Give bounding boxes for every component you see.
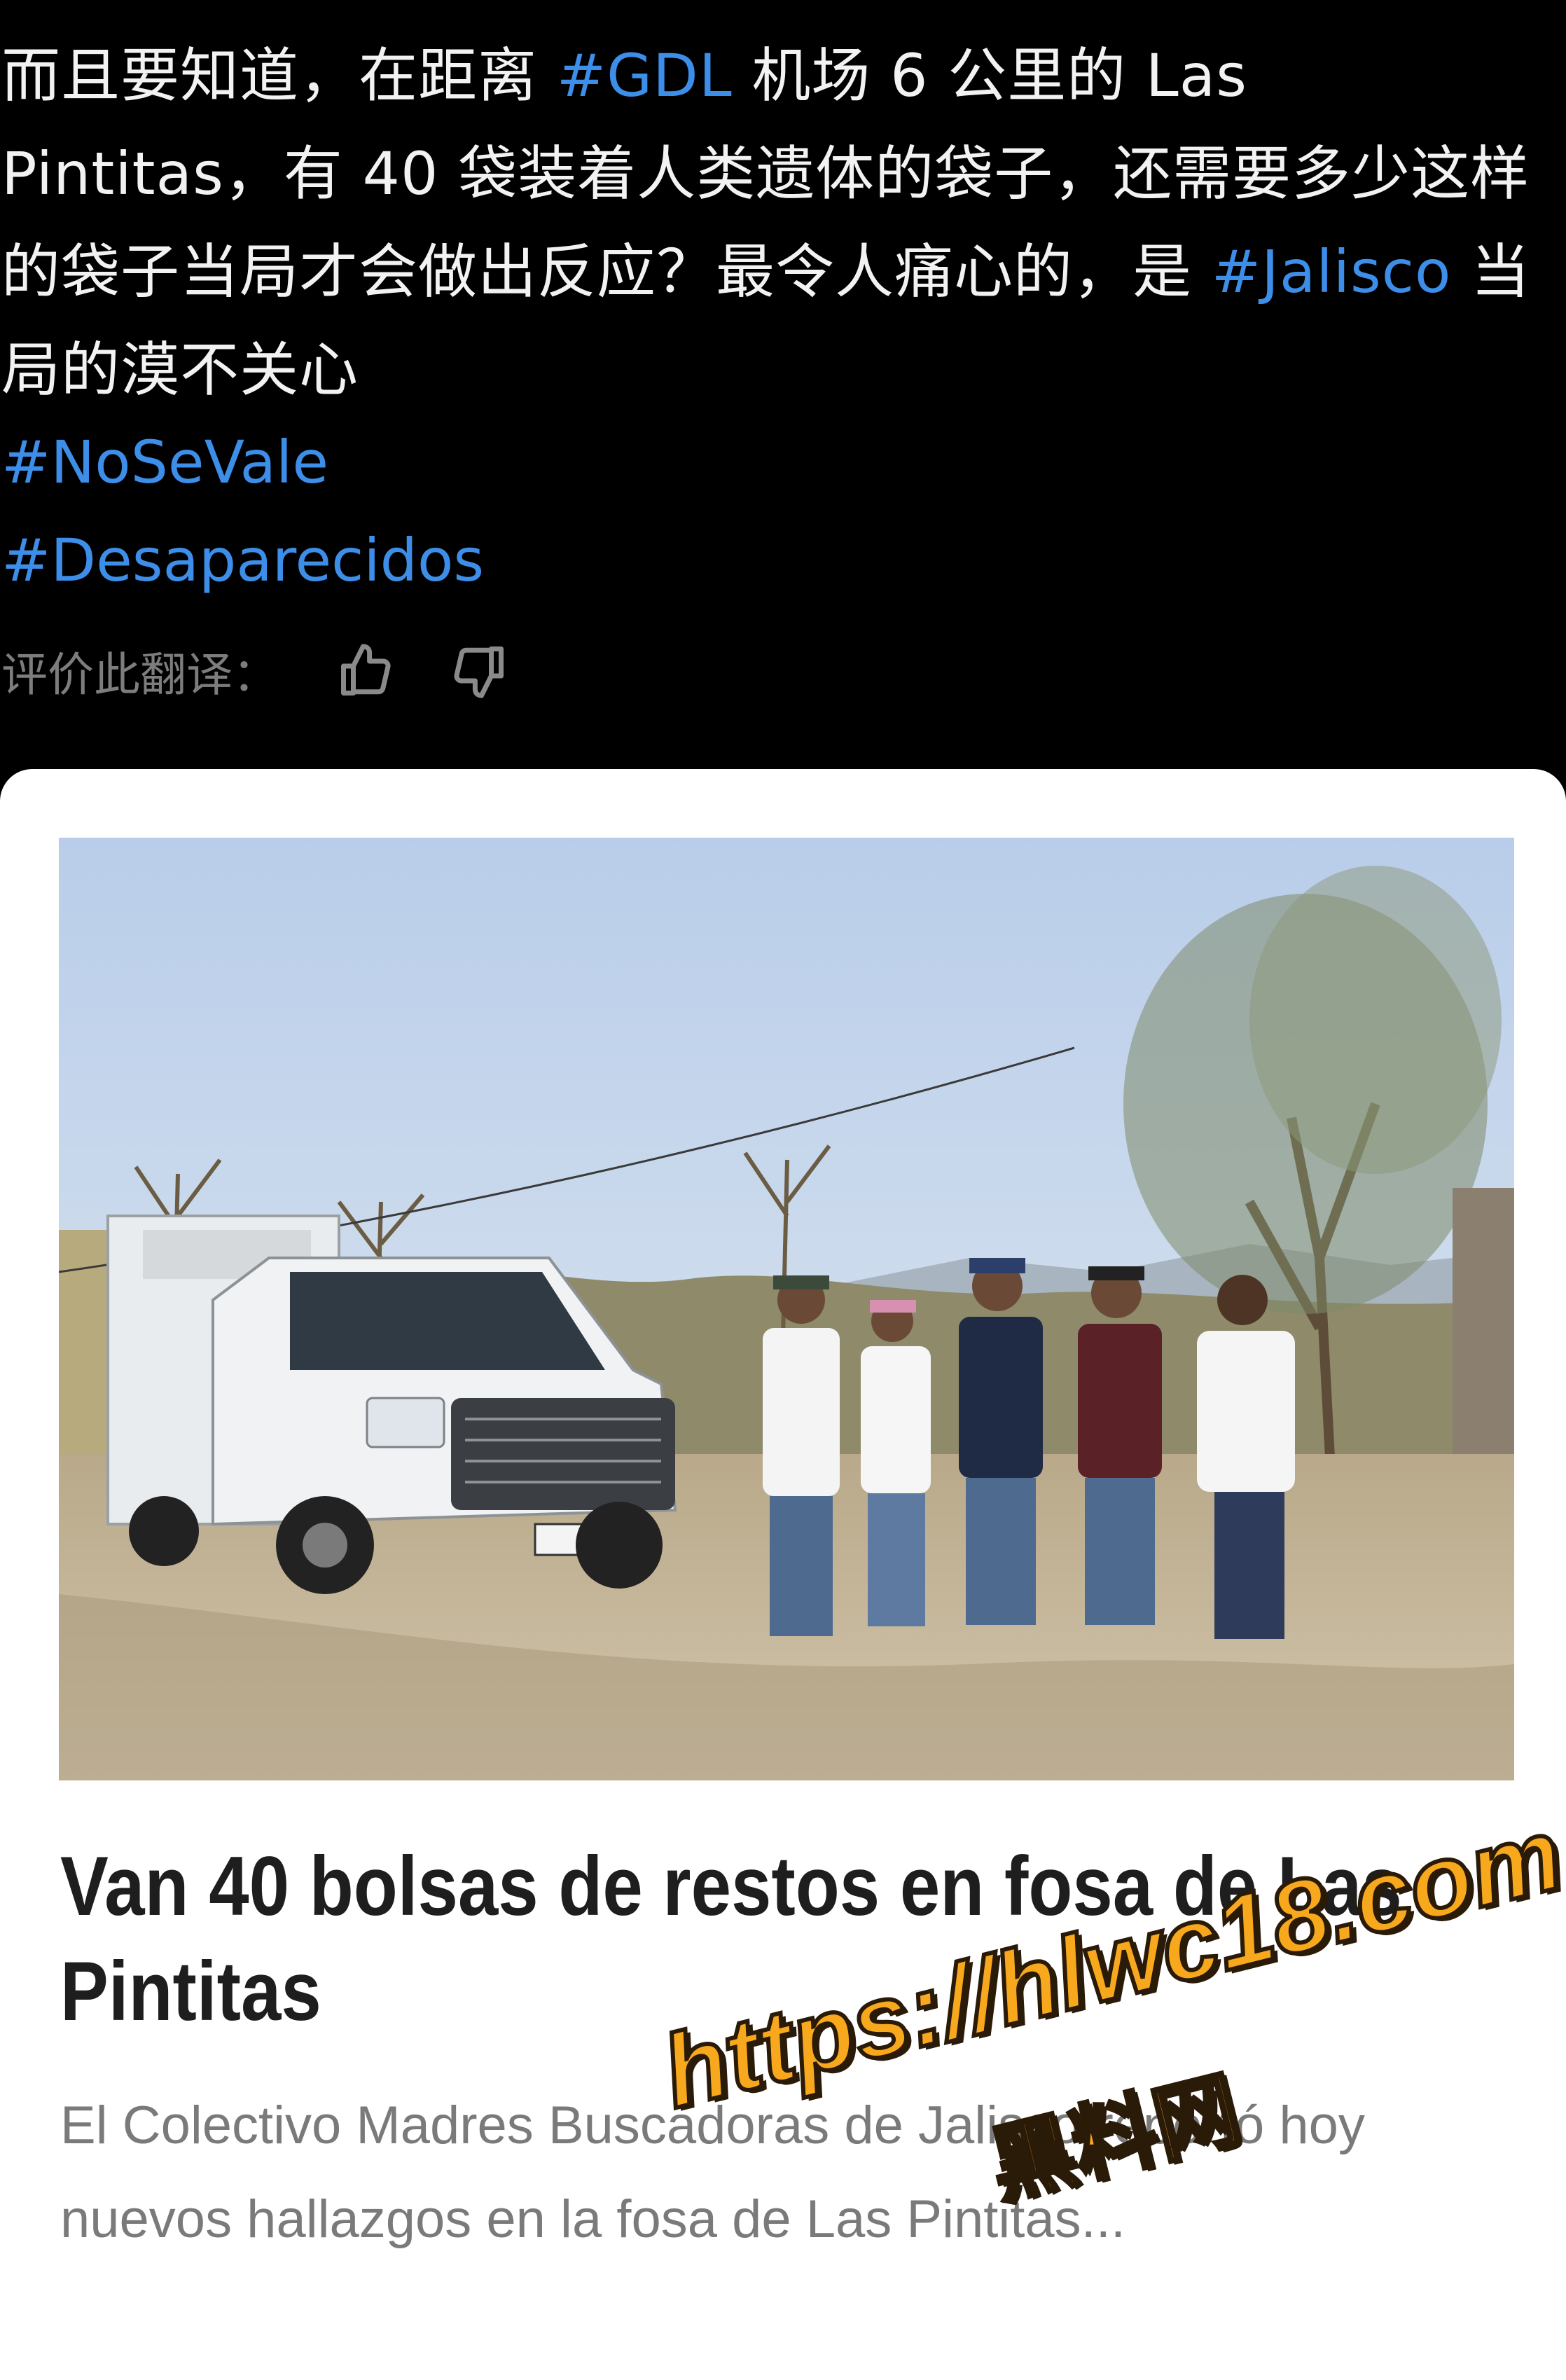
thumbs-up-icon[interactable] <box>332 639 399 703</box>
card-title: Van 40 bolsas de restos en fosa de Las P… <box>60 1839 1402 2038</box>
hashtag-desaparecidos[interactable]: #Desaparecidos <box>1 511 484 609</box>
hashtag-jalisco[interactable]: #Jalisco <box>1212 237 1452 306</box>
translation-rating: 评价此翻译： <box>1 639 513 703</box>
translation-rating-label: 评价此翻译： <box>1 648 279 702</box>
thumbs-down-icon[interactable] <box>445 639 513 703</box>
post-body: 而且要知道，在距离 #GDL 机场 6 公里的 Las Pintitas，有 4… <box>1 27 1542 419</box>
hashtag-nosevale[interactable]: #NoSeVale <box>1 413 484 511</box>
hashtag-list: #NoSeVale #Desaparecidos <box>1 413 484 609</box>
hashtag-gdl[interactable]: #GDL <box>557 41 733 110</box>
news-photo <box>59 838 1514 1780</box>
card-description: El Colectivo Madres Buscadoras de Jalisc… <box>60 2096 1365 2249</box>
link-preview-card[interactable]: Van 40 bolsas de restos en fosa de Las P… <box>0 769 1566 2380</box>
post-text-segment: 而且要知道，在距离 <box>1 41 557 110</box>
